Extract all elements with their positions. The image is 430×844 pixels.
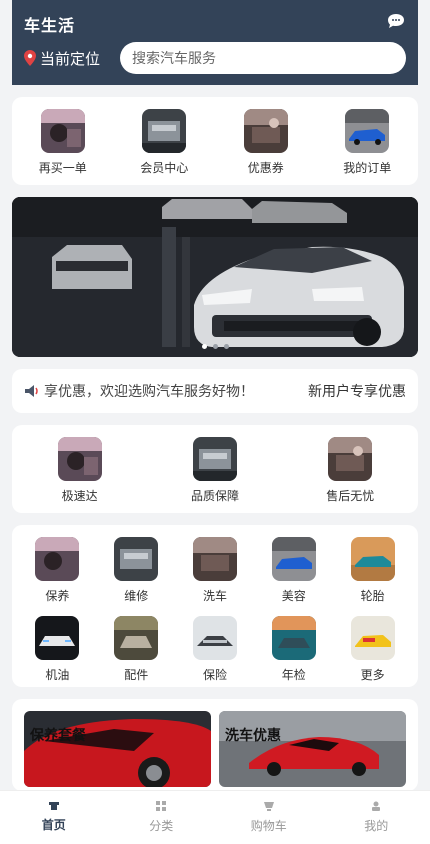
tab-label: 分类: [149, 819, 174, 833]
chat-bubble-icon[interactable]: [386, 12, 406, 30]
promo-section: 保养套餐 洗车优惠: [12, 699, 418, 791]
red-ferrari-photo: [219, 711, 406, 787]
app-header: 车生活 当前定位 搜索汽车服务: [12, 0, 418, 85]
service-label: 洗车: [202, 589, 227, 603]
tab-profile[interactable]: 我的: [323, 791, 430, 844]
service-label: 更多: [360, 668, 385, 682]
service-label: 年检: [281, 668, 306, 682]
megaphone-icon: [24, 384, 40, 398]
bottom-tab-bar: 首页 分类 购物车 我的: [0, 790, 430, 844]
car-repair-photo: [243, 109, 288, 153]
banner-pagination: [12, 344, 418, 349]
tab-label: 我的: [364, 819, 389, 833]
supercar-photo: [192, 616, 237, 660]
red-car-photo: [24, 711, 211, 787]
new-user-offer-link[interactable]: 新用户专享优惠: [308, 381, 406, 401]
blue-sports-car-photo: [271, 537, 316, 581]
white-car-night-photo: [35, 616, 80, 660]
quick-link-label: 再买一单: [38, 161, 87, 175]
service-grid: 保养 维修 洗车 美容 轮胎 机油 配件 保险 年检 更多: [12, 525, 418, 687]
car-interior-photo: [57, 437, 102, 481]
car-repair-photo: [328, 437, 373, 481]
feature-after-sales[interactable]: 售后无忧: [320, 437, 380, 513]
quick-link-label: 优惠券: [247, 161, 284, 175]
blue-sports-car-photo: [345, 109, 390, 153]
notice-bar[interactable]: 享优惠，欢迎选购汽车服务好物！ 新用户专享优惠: [12, 369, 418, 413]
quick-link-label: 我的订单: [343, 161, 392, 175]
promo-card-maintenance[interactable]: 保养套餐: [24, 711, 211, 787]
service-oil[interactable]: 机油: [18, 616, 97, 687]
service-more[interactable]: 更多: [333, 616, 412, 687]
service-label: 美容: [281, 589, 306, 603]
car-interior-photo: [40, 109, 85, 153]
service-label: 保养: [45, 589, 70, 603]
quick-link-rebuy[interactable]: 再买一单: [33, 109, 93, 185]
service-maintenance[interactable]: 保养: [18, 537, 97, 608]
car-road-photo: [271, 616, 316, 660]
yellow-sports-car-photo: [350, 616, 395, 660]
car-interior-photo: [35, 537, 80, 581]
service-repair[interactable]: 维修: [97, 537, 176, 608]
service-detailing[interactable]: 美容: [254, 537, 333, 608]
tab-home[interactable]: 首页: [0, 791, 108, 844]
location-pin-icon: [24, 50, 36, 66]
app-title: 车生活: [24, 16, 76, 35]
teal-sports-car-photo: [350, 537, 395, 581]
classic-car-photo: [114, 616, 159, 660]
promo-title: 洗车优惠: [225, 728, 281, 744]
feature-label: 极速达: [61, 489, 98, 503]
service-insurance[interactable]: 保险: [176, 616, 255, 687]
service-label: 机油: [45, 668, 70, 682]
search-placeholder: 搜索汽车服务: [132, 51, 216, 67]
quick-links-card: 再买一单 会员中心 优惠券 我的订单: [12, 97, 418, 185]
location-label: 当前定位: [40, 49, 101, 68]
notice-text: 享优惠，欢迎选购汽车服务好物！: [44, 384, 254, 400]
service-label: 轮胎: [360, 589, 385, 603]
tab-label: 首页: [41, 818, 66, 832]
quick-link-coupons[interactable]: 优惠券: [236, 109, 296, 185]
pagination-dot[interactable]: [212, 344, 218, 349]
pagination-dot[interactable]: [201, 344, 207, 349]
tab-cart[interactable]: 购物车: [215, 791, 323, 844]
feature-quality[interactable]: 品质保障: [185, 437, 245, 513]
service-tires[interactable]: 轮胎: [333, 537, 412, 608]
service-label: 保险: [202, 668, 227, 682]
tab-label: 购物车: [250, 818, 287, 833]
location-selector[interactable]: 当前定位: [24, 48, 120, 69]
service-car-wash[interactable]: 洗车: [176, 537, 255, 608]
cart-icon: [263, 801, 274, 811]
promo-banner[interactable]: [12, 197, 418, 357]
service-inspection[interactable]: 年检: [254, 616, 333, 687]
home-icon: [48, 802, 59, 810]
engine-photo: [142, 109, 187, 153]
grid-icon: [156, 801, 167, 811]
feature-label: 售后无忧: [326, 489, 375, 503]
service-label: 维修: [124, 589, 149, 603]
pagination-dot[interactable]: [223, 344, 229, 349]
search-input[interactable]: 搜索汽车服务: [120, 42, 406, 74]
quick-link-orders[interactable]: 我的订单: [337, 109, 397, 185]
user-icon: [371, 801, 381, 811]
tab-categories[interactable]: 分类: [108, 791, 216, 844]
banner-car-photo: [12, 197, 418, 357]
car-repair-photo: [192, 537, 237, 581]
feature-fast-delivery[interactable]: 极速达: [50, 437, 110, 513]
features-card: 极速达 品质保障 售后无忧: [12, 425, 418, 513]
engine-photo: [114, 537, 159, 581]
service-label: 配件: [124, 668, 149, 682]
service-parts[interactable]: 配件: [97, 616, 176, 687]
feature-label: 品质保障: [190, 489, 239, 503]
promo-card-car-wash[interactable]: 洗车优惠: [219, 711, 406, 787]
engine-photo: [192, 437, 237, 481]
quick-link-membership[interactable]: 会员中心: [134, 109, 194, 185]
quick-link-label: 会员中心: [140, 161, 189, 175]
promo-title: 保养套餐: [30, 728, 86, 744]
